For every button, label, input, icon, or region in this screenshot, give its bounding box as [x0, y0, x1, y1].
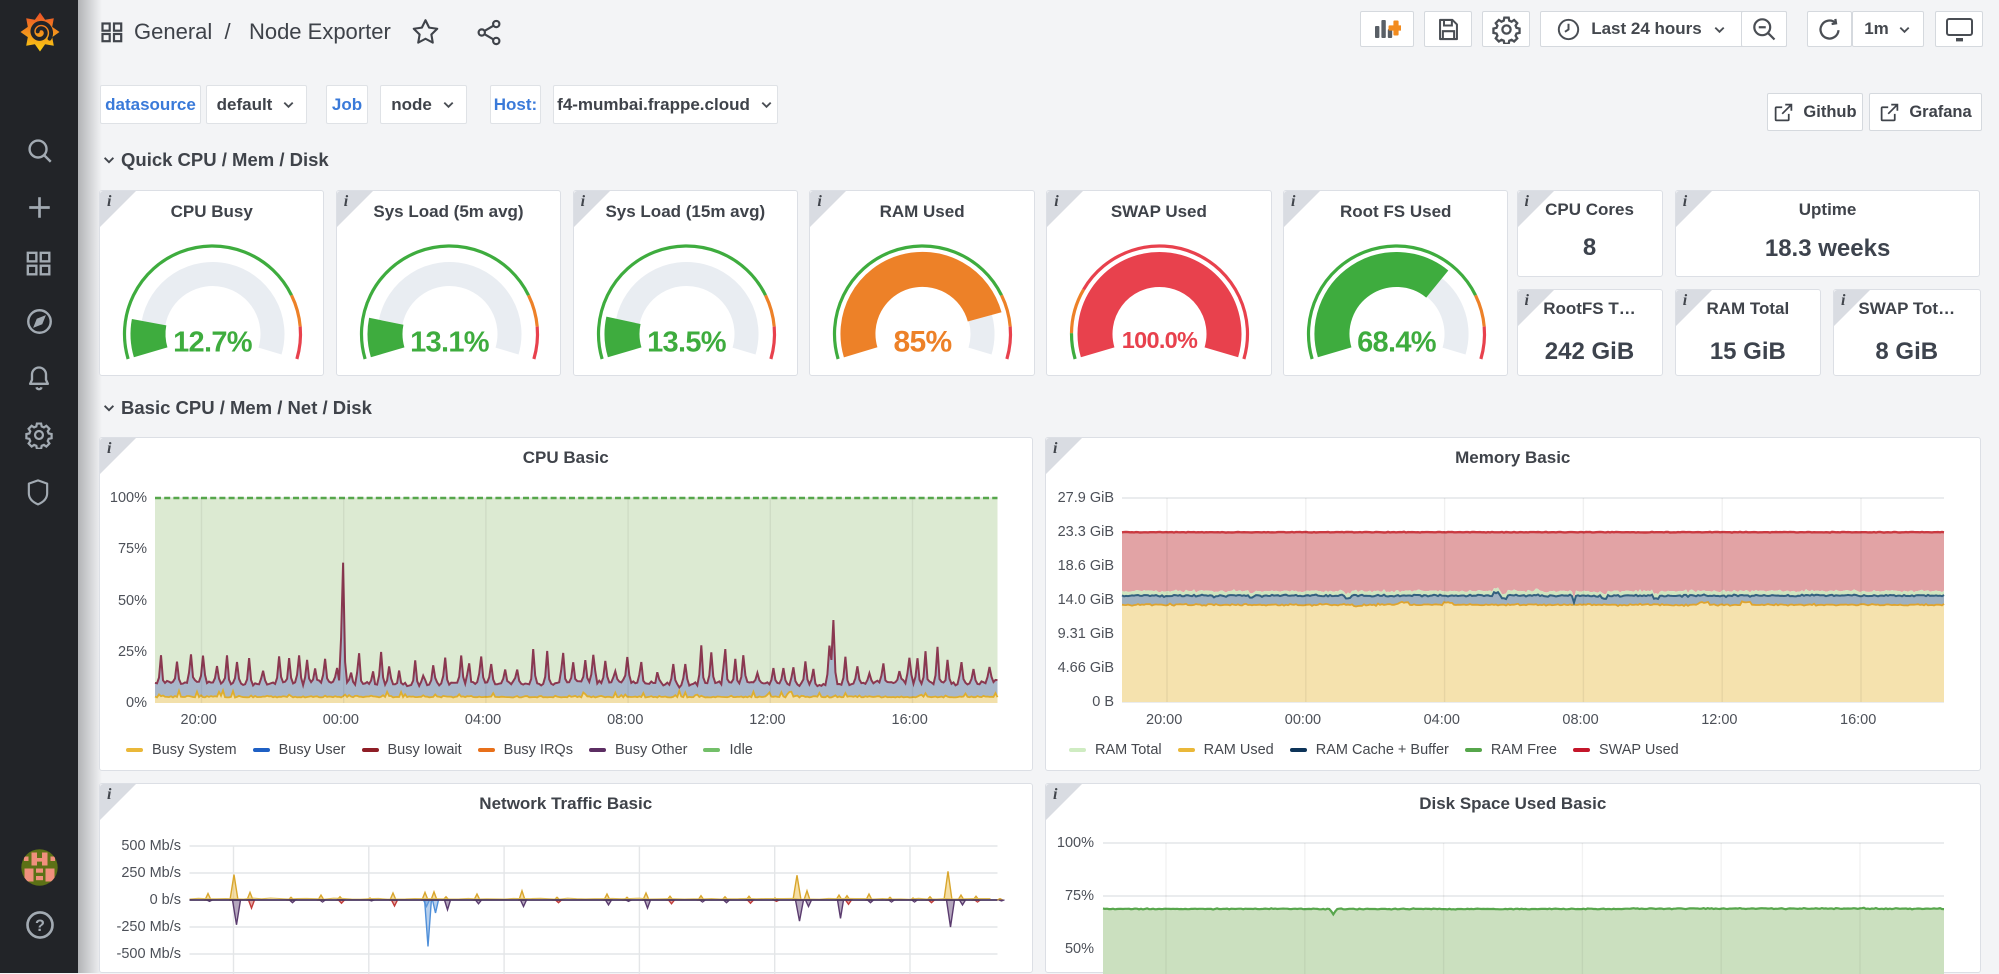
svg-text:68.4%: 68.4% [1357, 327, 1437, 359]
svg-text:13.1%: 13.1% [410, 327, 490, 359]
svg-text:13.5%: 13.5% [647, 327, 727, 359]
svg-text:85%: 85% [894, 326, 952, 359]
svg-text:12.7%: 12.7% [173, 327, 253, 359]
svg-text:?: ? [35, 917, 45, 935]
svg-text:100.0%: 100.0% [1122, 327, 1198, 353]
